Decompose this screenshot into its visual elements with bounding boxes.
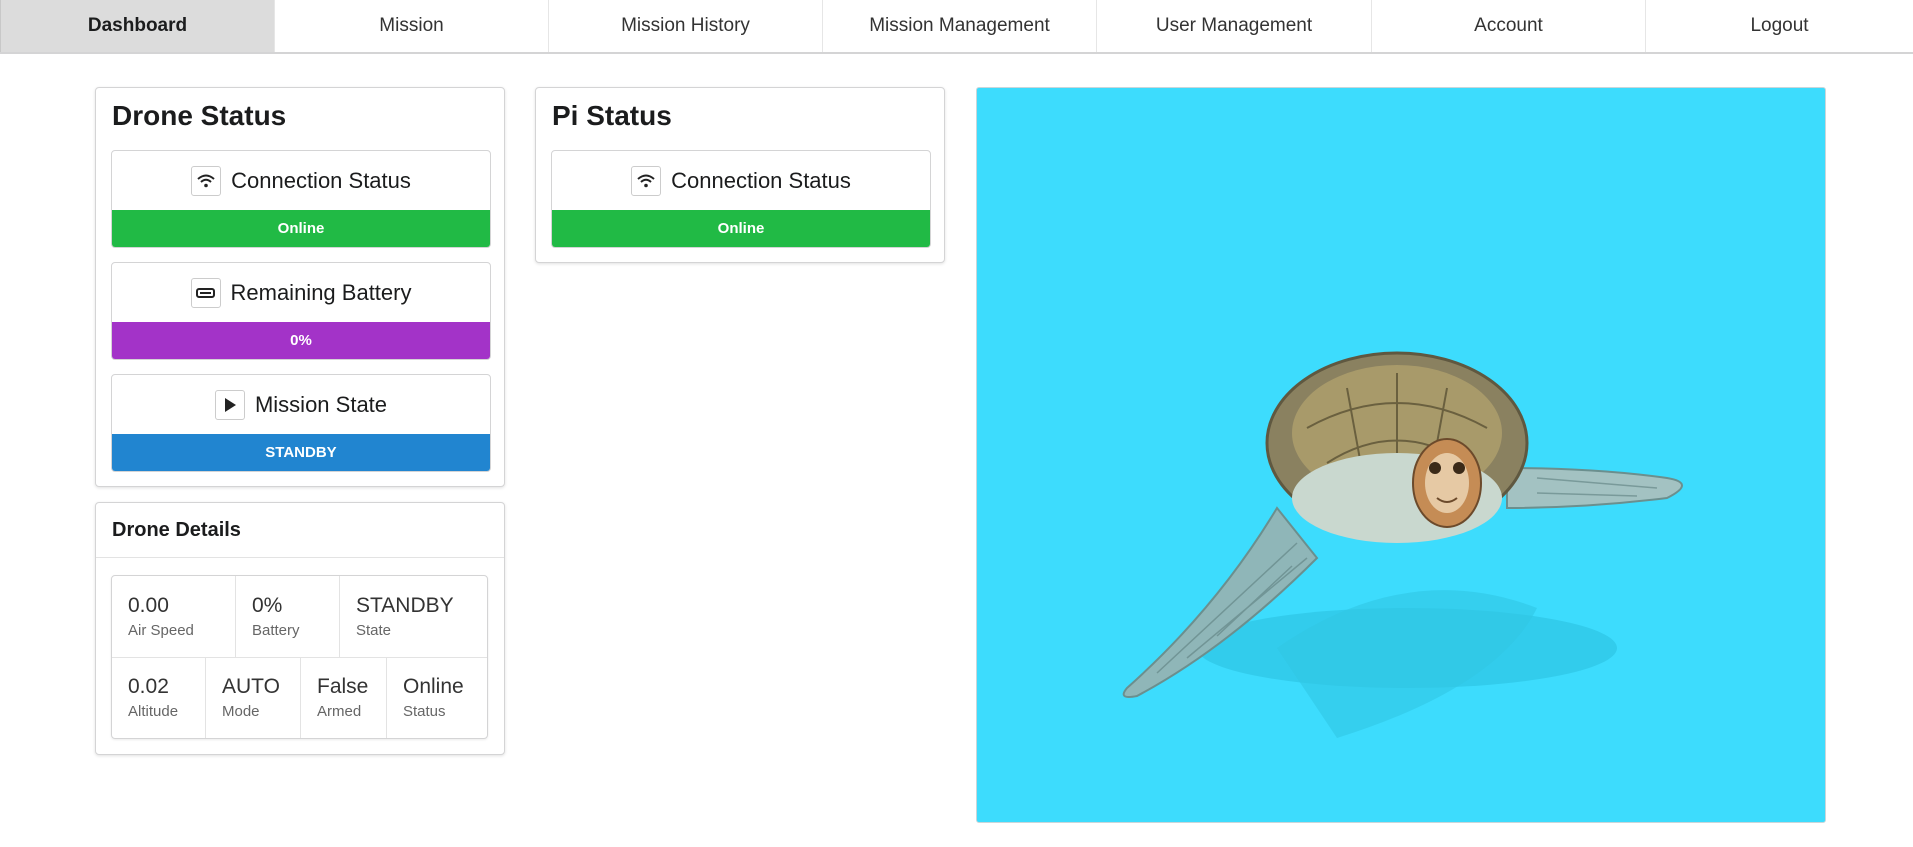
wifi-icon [191,166,222,196]
stat-value: AUTO [222,675,280,698]
play-icon [214,390,245,420]
drone-connection-stat: Connection Status Online [111,150,491,248]
stat-label: Altitude [128,703,179,720]
stat-value: Online [403,675,464,698]
stat-label: Battery [252,622,300,639]
nav-user-management[interactable]: User Management [1097,0,1372,52]
mode-stat: AUTO Mode [206,657,301,738]
nav-mission-history[interactable]: Mission History [549,0,823,52]
nav-dashboard[interactable]: Dashboard [0,0,275,52]
armed-stat: False Armed [301,657,387,738]
sea-turtle-illustration [1122,351,1683,738]
stat-label: Status [403,703,446,720]
state-stat: STANDBY State [340,576,487,657]
drone-status-title: Drone Status [112,100,287,131]
battery-stat: 0% Battery [236,576,340,657]
pi-status-title: Pi Status [552,100,672,131]
turtle-image [976,87,1826,823]
stat-label: Armed [317,703,362,720]
stat-value: False [317,675,369,698]
nav-mission-management[interactable]: Mission Management [823,0,1097,52]
top-nav: Dashboard Mission Mission History Missio… [0,0,1913,54]
stat-value: 0% [252,594,283,617]
pi-connection-value: Online [552,210,930,247]
stat-value: 0.02 [128,675,169,698]
drone-connection-value: Online [112,210,490,247]
drone-details-grid: 0.00 Air Speed 0% Battery STANDBY State … [111,575,488,739]
drone-mission-state-label: Mission State [254,392,388,417]
stat-label: Mode [222,703,260,720]
altitude-stat: 0.02 Altitude [112,657,206,738]
drone-details-title: Drone Details [96,503,504,558]
nav-mission[interactable]: Mission [275,0,549,52]
stat-label: Air Speed [128,622,194,639]
stat-label: State [356,622,392,639]
wifi-icon [631,166,662,196]
nav-account[interactable]: Account [1372,0,1646,52]
drone-details-card: Drone Details 0.00 Air Speed 0% Battery … [95,502,505,755]
drone-status-card: Drone Status Connection Status Online Re… [95,87,505,487]
stat-value: STANDBY [356,594,454,617]
pi-connection-stat: Connection Status Online [551,150,931,248]
pi-connection-label: Connection Status [671,168,851,193]
drone-connection-label: Connection Status [231,168,411,193]
nav-logout[interactable]: Logout [1646,0,1913,52]
pi-status-card: Pi Status Connection Status Online [535,87,945,263]
status-stat: Online Status [387,657,487,738]
stat-value: 0.00 [128,594,169,617]
drone-mission-state-stat: Mission State STANDBY [111,374,491,472]
drone-mission-state-value: STANDBY [112,434,490,471]
drone-battery-label: Remaining Battery [230,280,412,305]
drone-battery-stat: Remaining Battery 0% [111,262,491,360]
battery-icon [190,278,221,308]
air-speed-stat: 0.00 Air Speed [112,576,236,657]
drone-battery-value: 0% [112,322,490,359]
